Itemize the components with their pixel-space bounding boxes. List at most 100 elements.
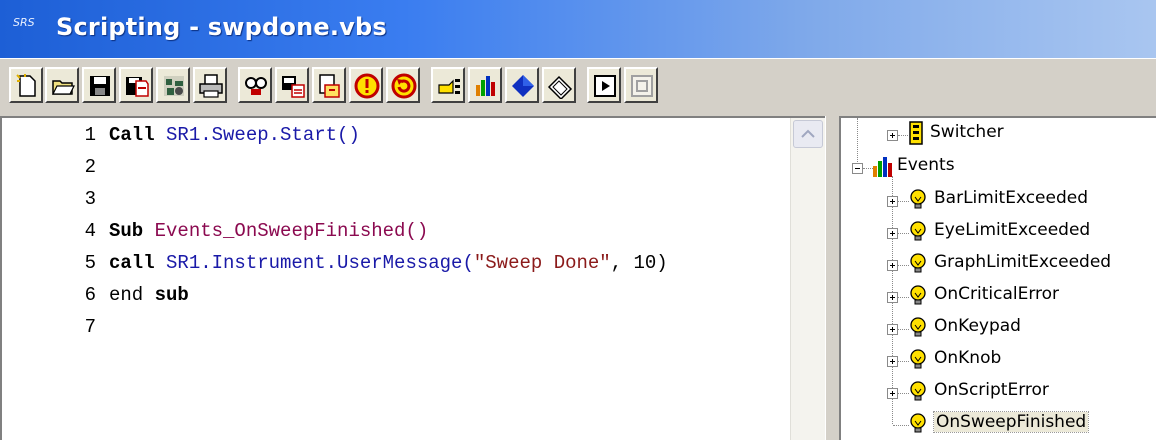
string-literal: "Sweep Done" [473,252,611,274]
code-line[interactable]: call SR1.Instrument.UserMessage("Sweep D… [109,252,668,274]
load-icon [282,76,305,98]
line-number: 5 [84,252,96,274]
print-icon [199,74,223,98]
tree-item-event[interactable]: BarLimitExceeded [934,188,1088,208]
expand-toggle[interactable] [887,130,898,141]
lightbulb-icon [909,381,927,408]
expand-toggle[interactable] [887,292,898,303]
line-number: 3 [84,188,96,210]
lightbulb-icon [909,221,927,248]
stop-square-button[interactable] [624,67,658,103]
tree-item-event[interactable]: OnCriticalError [934,284,1059,304]
stop-square-icon [631,75,653,97]
tree-item-event[interactable]: GraphLimitExceeded [934,252,1111,272]
tree-guide [898,393,909,394]
lightbulb-icon [909,285,927,312]
chevron-up-icon [801,129,815,138]
line-number: 6 [84,284,96,306]
line-number: 7 [84,316,96,338]
expand-toggle[interactable] [887,356,898,367]
code-line[interactable]: Call SR1.Sweep.Start() [109,124,360,146]
lightbulb-icon [909,317,927,344]
keyword: call [109,252,155,274]
code-text: SR1.Instrument.UserMessage( [154,252,474,274]
stop-script-button[interactable] [349,67,383,103]
new-button[interactable] [9,67,43,103]
code-text: Events_OnSweepFinished() [143,220,429,242]
code-text: , 10) [610,252,668,274]
load-file-icon [319,74,340,98]
window-title: Scripting - swpdone.vbs [56,13,387,41]
stop-icon [354,73,380,99]
lightbulb-icon [909,349,927,376]
print-button[interactable] [193,67,227,103]
collapse-toggle[interactable] [852,163,863,174]
expand-toggle[interactable] [887,260,898,271]
tree-guide [898,297,909,298]
tree-guide [898,135,908,136]
load-button[interactable] [275,67,309,103]
step-button[interactable] [587,67,621,103]
tree-guide [857,118,858,164]
new-icon [16,74,36,97]
pointer-icon [438,79,460,94]
line-number: 2 [84,156,96,178]
expand-toggle[interactable] [887,228,898,239]
pointer-button[interactable] [431,67,465,103]
object-tree[interactable]: Switcher Events BarLimitExceeded EyeLimit… [839,116,1156,440]
scroll-up-button[interactable] [793,120,823,148]
tree-guide [898,329,909,330]
chart-icon [476,76,495,96]
tree-guide [898,265,909,266]
line-number: 4 [84,220,96,242]
diamond-icon [512,75,534,97]
code-line[interactable]: Sub Events_OnSweepFinished() [109,220,428,242]
book-button[interactable] [542,67,576,103]
lightbulb-icon [909,413,927,440]
save-button[interactable] [82,67,116,103]
save-icon [90,76,110,96]
tree-guide [898,361,909,362]
step-icon [594,75,616,97]
lightbulb-icon [909,189,927,216]
open-icon [52,80,75,95]
save-as-icon [126,77,149,97]
tree-item-switcher[interactable]: Switcher [930,122,1004,142]
vertical-scrollbar[interactable] [790,118,826,440]
tree-item-event[interactable]: EyeLimitExceeded [934,220,1090,240]
code-line[interactable]: end sub [109,284,189,306]
expand-toggle[interactable] [887,324,898,335]
tree-guide [898,201,909,202]
line-number-gutter: 1 2 3 4 5 6 7 [2,118,98,440]
tree-item-event[interactable]: OnKnob [934,348,1001,368]
switcher-icon [909,121,923,145]
find-button[interactable] [238,67,272,103]
expand-toggle[interactable] [887,388,898,399]
tree-item-event[interactable]: OnKeypad [934,316,1021,336]
load-file-button[interactable] [312,67,346,103]
book-icon [547,75,573,99]
chart-button[interactable] [468,67,502,103]
save-as-button[interactable] [119,67,153,103]
tree-guide [898,233,909,234]
restart-button[interactable] [386,67,420,103]
toolbar [0,58,1156,117]
splitter[interactable] [825,116,839,440]
tree-item-event[interactable]: OnSweepFinished [932,411,1090,433]
keyword: sub [154,284,189,306]
app-icon: SRS [13,16,35,29]
expand-toggle[interactable] [887,196,898,207]
open-button[interactable] [45,67,79,103]
tree-item-event[interactable]: OnScriptError [934,380,1049,400]
code-editor[interactable]: 1 2 3 4 5 6 7 Call SR1.Sweep.Start() Sub… [0,116,826,440]
tree-item-events[interactable]: Events [897,155,955,175]
title-bar[interactable]: SRS Scripting - swpdone.vbs [0,0,1156,58]
keyword: Sub [109,220,144,242]
restart-icon [391,73,417,99]
lightbulb-icon [909,253,927,280]
events-chart-icon [873,157,892,177]
run-script-button[interactable] [156,67,190,103]
code-text: SR1.Sweep.Start() [154,124,360,146]
diamond-button[interactable] [505,67,539,103]
line-number: 1 [84,124,96,146]
